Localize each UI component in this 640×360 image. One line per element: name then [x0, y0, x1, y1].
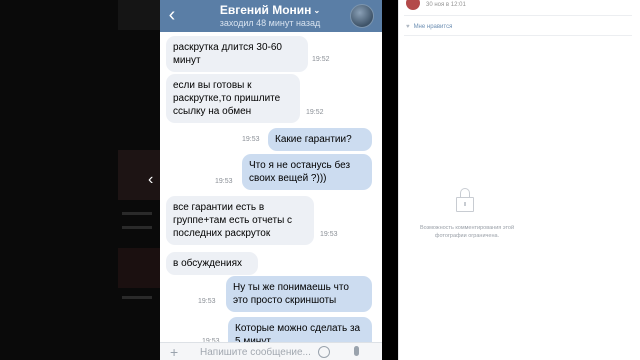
- chat-title-block[interactable]: Евгений Монин ⌄ заходил 48 минут назад: [200, 3, 340, 28]
- last-seen-status: заходил 48 минут назад: [219, 18, 321, 28]
- chat-screenshot: ‹ Евгений Монин ⌄ заходил 48 минут назад …: [160, 0, 382, 360]
- contact-avatar[interactable]: [350, 4, 374, 28]
- message-list: раскрутка длится 30-60 минут 19:52 если …: [160, 32, 382, 353]
- message-bubble-incoming: раскрутка длится 30-60 минут: [166, 36, 308, 72]
- attach-plus-icon[interactable]: +: [170, 345, 178, 359]
- comments-disabled-notice: Возможность комментирования этой фотогра…: [419, 225, 515, 239]
- message-time: 19:53: [215, 178, 233, 185]
- message-time: 19:53: [198, 298, 216, 305]
- message-time: 19:53: [242, 136, 260, 143]
- emoji-icon[interactable]: [318, 346, 330, 358]
- like-button[interactable]: ♥ Мне нравится: [406, 24, 452, 30]
- lock-icon: [456, 188, 474, 212]
- photo-info-panel: 30 ноя в 12:01 ♥ Мне нравится: [398, 0, 640, 360]
- previous-photo-arrow-icon[interactable]: ‹: [148, 172, 153, 188]
- message-time: 19:53: [320, 231, 338, 238]
- next-photo-arrow-icon[interactable]: ›: [376, 172, 381, 188]
- message-bubble-incoming: все гарантии есть в группе+там есть отче…: [166, 196, 314, 245]
- author-avatar[interactable]: [406, 0, 420, 10]
- divider: [404, 15, 632, 16]
- back-arrow-icon[interactable]: ‹: [164, 5, 180, 25]
- message-time: 19:52: [306, 109, 324, 116]
- microphone-icon[interactable]: [354, 346, 359, 356]
- background-text-line: [122, 226, 152, 229]
- background-thumb: [118, 0, 160, 30]
- message-bubble-outgoing: Какие гарантии?: [268, 128, 372, 151]
- message-time: 19:52: [312, 56, 330, 63]
- panel-divider: [398, 0, 399, 360]
- message-input[interactable]: Напишите сообщение...: [200, 347, 311, 358]
- like-label: Мне нравится: [413, 24, 453, 30]
- message-bubble-outgoing: Что я не останусь без своих вещей ?))): [242, 154, 372, 190]
- background-text-line: [122, 212, 152, 215]
- background-text-line: [122, 296, 152, 299]
- contact-name: Евгений Монин ⌄: [200, 3, 340, 17]
- background-thumb: [118, 248, 160, 288]
- divider: [404, 35, 632, 36]
- message-bubble-incoming: если вы готовы к раскрутке,то пришлите с…: [166, 74, 300, 123]
- background-thumb: [118, 150, 160, 200]
- message-composer: + Напишите сообщение...: [160, 342, 382, 360]
- heart-icon: ♥: [406, 24, 410, 30]
- message-bubble-outgoing: Ну ты же понимаешь что это просто скринш…: [226, 276, 372, 312]
- photo-viewer: ‹ Евгений Монин ⌄ заходил 48 минут назад …: [0, 0, 640, 360]
- message-bubble-incoming: в обсуждениях: [166, 252, 258, 275]
- contact-name-text: Евгений Монин: [219, 3, 312, 17]
- chevron-down-icon: ⌄: [313, 6, 321, 16]
- chat-header: ‹ Евгений Монин ⌄ заходил 48 минут назад: [160, 0, 382, 32]
- background-page: [0, 0, 160, 360]
- photo-date[interactable]: 30 ноя в 12:01: [426, 2, 466, 8]
